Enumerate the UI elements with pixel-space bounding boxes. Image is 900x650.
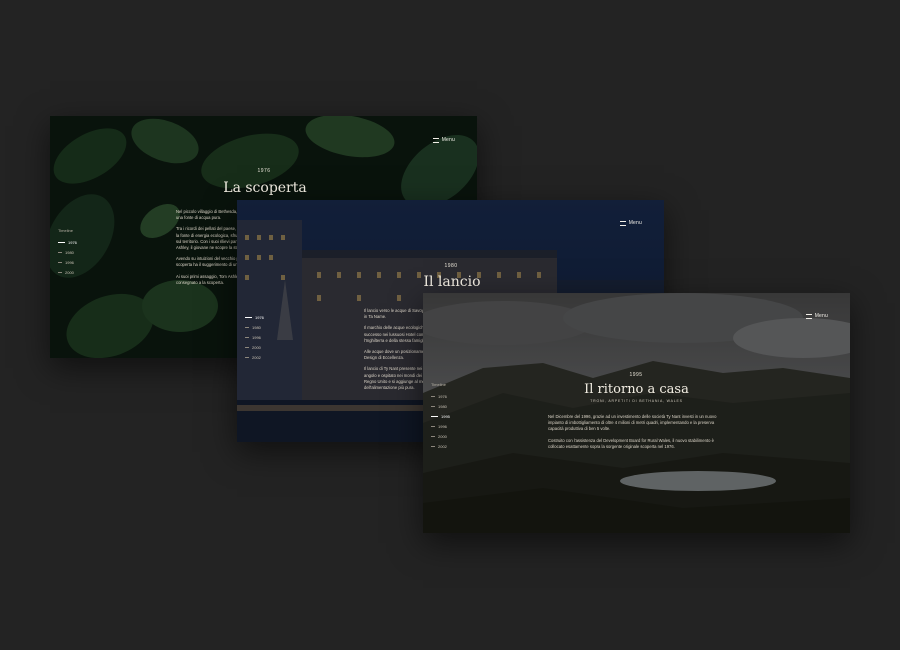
menu-label: Menu (628, 220, 642, 226)
timeline-item-2000[interactable]: 2000 (431, 431, 450, 441)
timeline-item-2000[interactable]: 2000 (245, 342, 264, 352)
menu-button[interactable]: Menu (805, 313, 828, 319)
timeline-item-1980[interactable]: 1980 (245, 322, 264, 332)
timeline-item-1996[interactable]: 1996 (58, 257, 77, 267)
section-body: Nel Dicembre del 1996, grazie ad un inve… (548, 414, 726, 455)
section-subtitle: TRONI, ARPETITI DI BETHANIA, WALES (590, 399, 683, 403)
timeline-label: Timeline (58, 228, 73, 233)
menu-button[interactable]: Menu (619, 220, 642, 226)
timeline-item-1996[interactable]: 1996 (245, 332, 264, 342)
section-year: 1995 (629, 372, 643, 378)
menu-button[interactable]: Menu (432, 137, 455, 143)
card-il-ritorno-a-casa: Menu 1995 Il ritorno a casa TRONI, ARPET… (423, 293, 850, 533)
timeline-nav: Timeline 1976 1980 1996 2000 (58, 228, 77, 277)
timeline-item-1976[interactable]: 1976 (58, 237, 77, 247)
section-title: La scoperta (223, 180, 307, 196)
body-paragraph: Nel Dicembre del 1996, grazie ad un inve… (548, 414, 717, 432)
mountain-landscape-background-image (423, 293, 850, 533)
menu-icon (805, 313, 812, 319)
timeline-item-1996[interactable]: 1996 (431, 421, 450, 431)
menu-icon (432, 137, 439, 143)
timeline-item-2002[interactable]: 2002 (245, 352, 264, 362)
section-year: 1976 (257, 168, 271, 174)
timeline-item-2000[interactable]: 2000 (58, 267, 77, 277)
timeline-nav: Timeline 1976 1980 1995 1996 2000 2002 (431, 382, 450, 451)
body-paragraph: Costruito con l'assistenza del Developme… (548, 437, 714, 449)
timeline-item-1980[interactable]: 1980 (431, 401, 450, 411)
section-year: 1980 (444, 263, 458, 269)
timeline-label: Timeline (431, 382, 446, 387)
timeline-item-1995[interactable]: 1995 (431, 411, 450, 421)
timeline-item-1980[interactable]: 1980 (58, 247, 77, 257)
section-title: Il ritorno a casa (584, 382, 689, 397)
timeline-nav: 1976 1980 1996 2000 2002 (245, 312, 264, 362)
menu-icon (619, 220, 626, 226)
timeline-item-2002[interactable]: 2002 (431, 441, 450, 451)
menu-label: Menu (441, 137, 455, 143)
timeline-item-1976[interactable]: 1976 (431, 391, 450, 401)
section-title: Il lancio (423, 274, 481, 290)
timeline-item-1976[interactable]: 1976 (245, 312, 264, 322)
menu-label: Menu (814, 313, 828, 319)
